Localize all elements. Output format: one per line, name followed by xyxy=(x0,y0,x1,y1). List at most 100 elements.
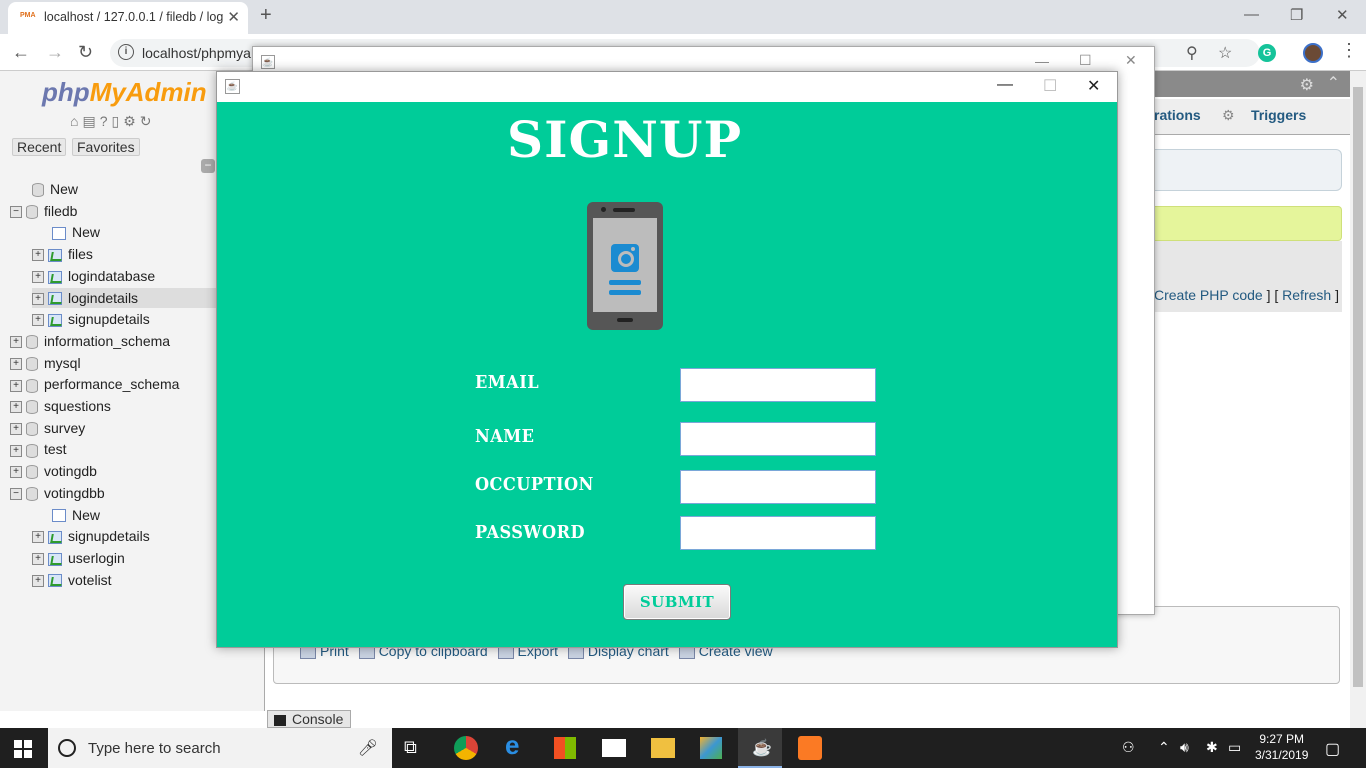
close-icon[interactable]: ✕ xyxy=(1087,76,1100,96)
people-icon[interactable]: ⚇ xyxy=(1122,739,1135,756)
bookmark-star-icon[interactable]: ☆ xyxy=(1218,43,1232,63)
gear-icon[interactable]: ⚙ xyxy=(1300,75,1314,95)
back-icon[interactable]: ← xyxy=(12,42,30,63)
battery-icon[interactable]: ▭ xyxy=(1228,739,1241,756)
expand-icon[interactable]: + xyxy=(32,271,44,284)
show-hidden-icons[interactable]: ⌃ xyxy=(1158,739,1170,756)
signup-window-titlebar[interactable]: ☕ — ☐ ✕ xyxy=(217,72,1117,102)
expand-icon[interactable]: + xyxy=(32,553,44,566)
task-view-icon[interactable]: ⧉ xyxy=(404,737,432,765)
minimize-icon[interactable]: — xyxy=(1244,6,1259,23)
java-taskbar-icon[interactable]: ☕ xyxy=(738,728,782,768)
tree-item[interactable]: New xyxy=(32,505,100,525)
wifi-icon[interactable]: ✱ xyxy=(1206,739,1218,756)
create-php-link[interactable]: Create PHP code xyxy=(1154,287,1263,303)
name-field[interactable] xyxy=(680,422,876,456)
maximize-icon[interactable]: ☐ xyxy=(1043,76,1057,96)
tree-item[interactable]: + signupdetails xyxy=(32,526,150,546)
zoom-icon[interactable]: ⚲ xyxy=(1186,43,1198,63)
netbeans-taskbar-icon[interactable] xyxy=(700,737,722,759)
profile-avatar[interactable] xyxy=(1303,43,1323,63)
file-explorer-taskbar-icon[interactable] xyxy=(651,738,675,758)
mail-taskbar-icon[interactable] xyxy=(602,739,626,757)
forward-icon[interactable]: → xyxy=(46,42,64,63)
chrome-taskbar-icon[interactable] xyxy=(454,736,478,760)
tree-item[interactable]: + logindatabase xyxy=(32,266,155,286)
close-window-icon[interactable]: ✕ xyxy=(1336,6,1349,24)
back-close-icon[interactable]: ✕ xyxy=(1125,52,1137,69)
pma-logo[interactable]: phpMyAdmin xyxy=(42,77,207,108)
tree-item[interactable]: + survey xyxy=(10,418,85,438)
tab-close-icon[interactable]: ✕ xyxy=(227,8,240,26)
taskbar-search-box[interactable]: Type here to search 🎤︎ xyxy=(48,728,392,768)
expand-icon[interactable]: + xyxy=(10,466,22,479)
refresh-link[interactable]: Refresh xyxy=(1282,287,1331,303)
expand-icon[interactable]: + xyxy=(10,379,22,392)
microphone-icon[interactable]: 🎤︎ xyxy=(358,738,378,758)
expand-icon[interactable]: + xyxy=(10,336,22,349)
tree-item[interactable]: + mysql xyxy=(10,353,81,373)
tree-item[interactable]: New xyxy=(32,222,100,242)
restore-icon[interactable]: ❐ xyxy=(1290,6,1303,24)
tree-item[interactable]: + squestions xyxy=(10,396,111,416)
tree-item[interactable]: + information_schema xyxy=(10,331,170,351)
expand-icon[interactable]: + xyxy=(32,531,44,544)
logout-icon[interactable]: ▤ xyxy=(82,113,99,129)
tree-item[interactable]: + votelist xyxy=(32,570,112,590)
help-icon[interactable]: ? xyxy=(100,113,112,129)
windows-start-icon[interactable] xyxy=(14,740,32,758)
store-taskbar-icon[interactable] xyxy=(554,737,576,759)
back-maximize-icon[interactable]: ☐ xyxy=(1079,52,1092,69)
browser-tab[interactable]: PMA localhost / 127.0.0.1 / filedb / log… xyxy=(8,2,248,34)
tab-operations[interactable]: rations xyxy=(1154,107,1201,123)
reload-nav-icon[interactable]: ↻ xyxy=(140,113,156,129)
expand-icon[interactable]: + xyxy=(32,314,44,327)
occupation-field[interactable] xyxy=(680,470,876,504)
tree-item[interactable]: + test xyxy=(10,439,67,459)
settings-icon[interactable]: ⚙ xyxy=(123,113,140,129)
tree-item[interactable]: + userlogin xyxy=(32,548,125,568)
tree-item[interactable]: + logindetails xyxy=(32,287,217,308)
site-info-icon[interactable]: i xyxy=(118,44,134,60)
tree-item[interactable]: + performance_schema xyxy=(10,374,179,394)
reload-icon[interactable]: ↻ xyxy=(78,42,93,63)
new-tab-button[interactable]: + xyxy=(260,4,272,27)
minimize-icon[interactable]: — xyxy=(997,76,1013,94)
expand-icon[interactable]: + xyxy=(10,444,22,457)
email-field[interactable] xyxy=(680,368,876,402)
submit-button[interactable]: SUBMIT xyxy=(623,584,731,620)
collapse-all-icon[interactable]: − xyxy=(201,159,215,173)
grammarly-extension-icon[interactable]: G xyxy=(1258,44,1276,62)
back-minimize-icon[interactable]: — xyxy=(1035,53,1049,69)
docs-icon[interactable]: ▯ xyxy=(112,113,124,129)
tab-triggers[interactable]: Triggers xyxy=(1251,107,1306,123)
edge-taskbar-icon[interactable]: e xyxy=(505,730,533,760)
password-field[interactable] xyxy=(680,516,876,550)
tree-item[interactable]: New xyxy=(10,179,78,199)
volume-icon[interactable]: 🔊︎ xyxy=(1180,739,1189,756)
collapse-top-icon[interactable]: ⌃ xyxy=(1327,73,1340,93)
expand-icon[interactable]: + xyxy=(32,249,44,262)
tree-item[interactable]: − filedb xyxy=(10,201,77,221)
chrome-menu-icon[interactable]: ⋮ xyxy=(1340,40,1358,61)
tab-recent[interactable]: Recent xyxy=(12,138,67,156)
expand-icon[interactable]: + xyxy=(10,357,22,370)
tree-item[interactable]: − votingdbb xyxy=(10,483,105,503)
collapse-icon[interactable]: − xyxy=(10,205,22,218)
notifications-icon[interactable]: ▢ xyxy=(1325,739,1340,759)
expand-icon[interactable]: + xyxy=(10,401,22,414)
tab-favorites[interactable]: Favorites xyxy=(72,138,140,156)
collapse-icon[interactable]: − xyxy=(10,488,22,501)
xampp-taskbar-icon[interactable] xyxy=(798,736,822,760)
home-icon[interactable]: ⌂ xyxy=(70,113,82,129)
expand-icon[interactable]: + xyxy=(32,574,44,587)
tree-item[interactable]: + files xyxy=(32,244,93,264)
page-scrollbar[interactable] xyxy=(1350,71,1366,728)
system-clock[interactable]: 9:27 PM 3/31/2019 xyxy=(1255,731,1308,763)
console-button[interactable]: Console xyxy=(267,710,351,728)
tree-item[interactable]: + signupdetails xyxy=(32,309,150,329)
tree-item[interactable]: + votingdb xyxy=(10,461,97,481)
expand-icon[interactable]: + xyxy=(10,422,22,435)
expand-icon[interactable]: + xyxy=(32,292,44,305)
scrollbar-thumb[interactable] xyxy=(1353,87,1363,687)
